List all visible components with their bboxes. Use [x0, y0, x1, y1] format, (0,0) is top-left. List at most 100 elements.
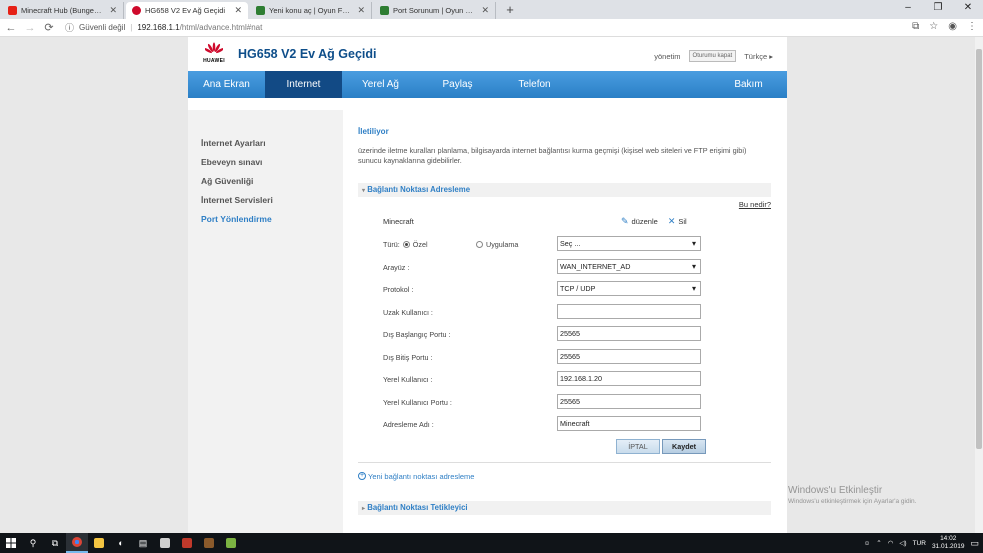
app-icon[interactable]	[154, 533, 176, 553]
search-icon[interactable]: ⚲	[22, 533, 44, 553]
scrollbar-thumb[interactable]	[976, 49, 982, 449]
browser-tab-active[interactable]: HG658 V2 Ev Ağ Geçidi ✕	[126, 2, 248, 19]
protocol-select[interactable]: TCP / UDP	[557, 281, 701, 296]
mapping-name-input[interactable]: Minecraft	[557, 416, 701, 431]
sidebar-item-internet-settings[interactable]: İnternet Ayarları	[188, 134, 343, 152]
windows-taskbar: ⚲ ⧉ ◐ ▤ ☺ ⌃ ◠ ◁) TUR 14:02 31.01.2019 ▭	[0, 533, 983, 553]
ext-end-port-input[interactable]: 25565	[557, 348, 701, 364]
edit-button[interactable]: ✎ düzenle	[621, 216, 658, 227]
language-label: Türkçe	[744, 51, 768, 61]
minecraft-icon[interactable]	[198, 533, 220, 553]
section-title: Bağlantı Noktası Tetikleyici	[367, 502, 468, 512]
clapper-icon[interactable]: ▤	[132, 533, 154, 553]
bookmark-star-icon[interactable]: ☆	[929, 21, 938, 32]
new-tab-button[interactable]: +	[502, 2, 518, 18]
system-tray: ☺ ⌃ ◠ ◁) TUR 14:02 31.01.2019 ▭	[864, 533, 983, 553]
type-radio-app: Uygulama	[476, 240, 518, 249]
delete-label: Sil	[678, 217, 687, 226]
help-link[interactable]: Bu nedir?	[358, 200, 771, 209]
protocol-row: Protokol : TCP / UDP	[358, 281, 771, 298]
chrome-taskbar-icon[interactable]	[66, 533, 88, 553]
logout-button[interactable]: Oturumu kapat	[688, 50, 737, 62]
form-buttons: İPTAL Kaydet	[358, 438, 771, 459]
nav-phone[interactable]: Telefon	[496, 71, 573, 98]
browser-tab[interactable]: Port Sorunum | Oyun Forumu - G... ✕	[374, 2, 496, 19]
url-field[interactable]: ⓘ Güvenli değil | 192.168.1.1/html/advan…	[65, 21, 262, 34]
file-explorer-icon[interactable]	[88, 533, 110, 553]
application-select[interactable]: Seç ...	[557, 236, 701, 251]
add-port-mapping-link[interactable]: + Yeni bağlantı noktası adresleme	[358, 472, 771, 481]
mapping-name-row: Adresleme Adı : Minecraft	[358, 416, 771, 433]
close-window-button[interactable]: ✕	[953, 0, 983, 19]
clock-time: 14:02	[940, 535, 957, 542]
section-port-trigger-header[interactable]: ▸ Bağlantı Noktası Tetikleyici	[358, 500, 771, 515]
close-tab-icon[interactable]: ✕	[481, 5, 489, 16]
add-port-mapping-label: Yeni bağlantı noktası adresleme	[368, 471, 475, 481]
close-tab-icon[interactable]: ✕	[357, 5, 365, 16]
ext-start-port-input[interactable]: 25565	[557, 326, 701, 341]
extension-icon[interactable]: ◉	[948, 21, 957, 32]
remote-host-input[interactable]	[557, 303, 701, 319]
app-icon[interactable]	[176, 533, 198, 553]
youtube-icon	[8, 6, 17, 15]
cancel-button[interactable]: İPTAL	[616, 438, 660, 454]
browser-tab[interactable]: Minecraft Hub (BungeeCord) Se... ✕	[2, 2, 124, 19]
translate-icon[interactable]: ⧉	[912, 21, 919, 32]
back-arrow-icon[interactable]: ←	[3, 22, 19, 34]
people-icon[interactable]: ☺	[864, 540, 871, 547]
info-icon[interactable]: ⓘ	[65, 21, 74, 34]
nav-maintenance[interactable]: Bakım	[710, 71, 787, 98]
maximize-button[interactable]: ❐	[923, 0, 953, 19]
address-bar: ← → ⟳ ⓘ Güvenli değil | 192.168.1.1/html…	[0, 19, 983, 37]
close-tab-icon[interactable]: ✕	[234, 5, 242, 16]
interface-select[interactable]: WAN_INTERNET_AD	[557, 258, 701, 274]
network-icon[interactable]: ◠	[888, 539, 894, 547]
mapping-name-label: Adresleme Adı :	[383, 420, 434, 429]
local-port-label: Yerel Kullanıcı Portu :	[383, 397, 452, 407]
nav-internet[interactable]: Internet	[265, 71, 342, 98]
reload-icon[interactable]: ⟳	[41, 21, 57, 34]
tab-title: Port Sorunum | Oyun Forumu - G...	[393, 6, 477, 15]
nav-lan[interactable]: Yerel Ağ	[342, 71, 419, 98]
security-label: Güvenli değil	[79, 23, 126, 32]
router-header: HUAWEI HG658 V2 Ev Ağ Geçidi yönetim Otu…	[188, 37, 787, 71]
radio-custom[interactable]	[402, 241, 410, 248]
section-port-mapping-header[interactable]: ▾ Bağlantı Noktası Adresleme	[358, 183, 771, 197]
nav-share[interactable]: Paylaş	[419, 71, 496, 98]
clock[interactable]: 14:02 31.01.2019	[932, 535, 965, 551]
sidebar-item-security[interactable]: Ağ Güvenliği	[188, 172, 343, 190]
input-language[interactable]: TUR	[913, 540, 926, 547]
media-icon[interactable]: ◐	[110, 533, 132, 553]
local-port-input[interactable]: 25565	[557, 393, 701, 409]
forward-arrow-icon[interactable]: →	[22, 22, 38, 34]
interface-label: Arayüz :	[383, 262, 410, 272]
sidebar-item-services[interactable]: İnternet Servisleri	[188, 191, 343, 209]
save-button[interactable]: Kaydet	[662, 438, 706, 454]
page-scrollbar[interactable]	[975, 37, 983, 533]
edit-label: düzenle	[631, 217, 658, 226]
sidebar-item-port-forwarding[interactable]: Port Yönlendirme	[188, 210, 343, 228]
nav-home[interactable]: Ana Ekran	[188, 71, 265, 98]
delete-button[interactable]: ✕ Sil	[668, 216, 687, 227]
url-separator: |	[130, 23, 133, 32]
interface-row: Arayüz : WAN_INTERNET_AD	[358, 258, 771, 276]
local-host-input[interactable]: 192.168.1.20	[557, 371, 701, 386]
language-selector[interactable]: Türkçe ▸	[744, 52, 773, 61]
menu-kebab-icon[interactable]: ⋮	[967, 21, 977, 32]
huawei-logo: HUAWEI	[201, 42, 227, 66]
start-windows-icon[interactable]	[0, 533, 22, 553]
ext-end-port-label: Dış Bitiş Portu :	[383, 352, 433, 362]
volume-icon[interactable]: ◁)	[899, 539, 906, 547]
huawei-petals-icon	[205, 42, 223, 54]
minimize-button[interactable]: –	[893, 0, 923, 19]
task-view-icon[interactable]: ⧉	[44, 533, 66, 553]
chevron-up-icon[interactable]: ⌃	[876, 539, 881, 547]
app-icon[interactable]	[220, 533, 242, 553]
close-tab-icon[interactable]: ✕	[109, 5, 117, 16]
radio-application[interactable]	[476, 241, 483, 248]
tab-title: Minecraft Hub (BungeeCord) Se...	[21, 6, 105, 15]
notification-icon[interactable]: ▭	[970, 538, 979, 549]
sidebar-item-parental[interactable]: Ebeveyn sınavı	[188, 153, 343, 171]
divider	[358, 461, 771, 463]
browser-tab[interactable]: Yeni konu aç | Oyun Forumu - G... ✕	[250, 2, 372, 19]
